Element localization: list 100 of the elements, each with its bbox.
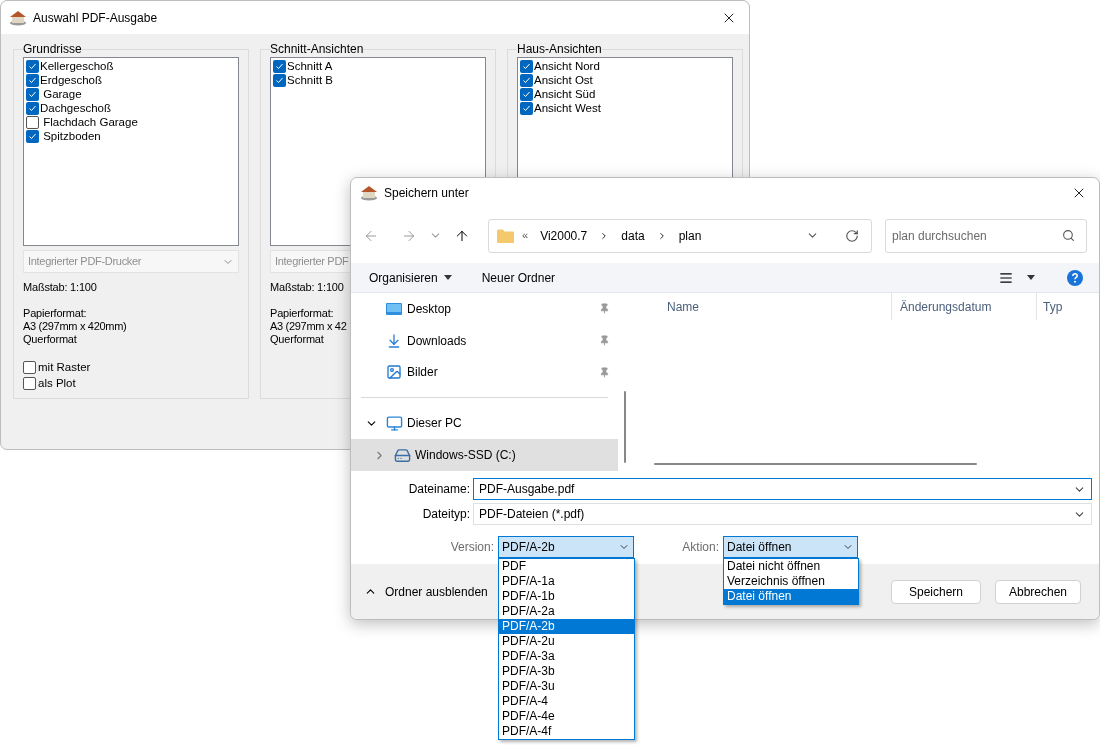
help-icon[interactable] [1067, 269, 1083, 286]
nav-item[interactable]: Desktop [351, 293, 618, 325]
save-button[interactable]: Speichern [891, 579, 981, 604]
list-item-label[interactable]: Flachdach Garage [40, 115, 138, 129]
filename-field[interactable]: PDF-Ausgabe.pdf [473, 478, 1092, 500]
checkbox[interactable] [26, 115, 39, 129]
list-item-label[interactable]: Schnitt A [287, 59, 333, 73]
window-title: Auswahl PDF-Ausgabe [33, 9, 159, 27]
orientation-text: Querformat [270, 333, 324, 346]
checkbox[interactable] [26, 129, 39, 143]
desktop-icon [386, 302, 402, 315]
checkbox[interactable] [23, 361, 36, 374]
field-label: Version: [449, 539, 495, 556]
checkbox[interactable] [26, 101, 39, 115]
breadcrumb-item[interactable]: plan [674, 226, 706, 245]
house-app-icon [9, 9, 27, 26]
paper-format-label: Papierformat: [23, 307, 87, 320]
dropdown-option[interactable]: PDF/A-4 [499, 694, 634, 709]
field-label: Dateityp: [421, 506, 471, 523]
vertical-scrollbar[interactable] [624, 391, 626, 463]
nav-item[interactable]: Downloads [351, 324, 618, 357]
horizontal-scrollbar[interactable] [654, 463, 977, 465]
checkbox[interactable] [520, 73, 533, 87]
hide-folders-button[interactable]: Ordner ausblenden [364, 582, 488, 601]
dropdown-option[interactable]: PDF/A-1b [499, 589, 634, 604]
list-item-label[interactable]: Erdgeschoß [40, 73, 102, 87]
paper-size-text: A3 (297mm x 42 [270, 320, 347, 333]
download-arrow-icon [386, 332, 402, 349]
column-header[interactable]: Änderungsdatum [892, 293, 1037, 320]
checkbox[interactable] [520, 59, 533, 73]
checkbox[interactable] [273, 59, 286, 73]
folder-icon [497, 228, 514, 243]
checkbox[interactable] [273, 73, 286, 87]
column-header[interactable]: Typ [1037, 293, 1063, 320]
scale-label: Maßstab: 1:100 [23, 281, 97, 294]
version-dropdown[interactable]: PDF/A-2b [498, 536, 634, 558]
column-header[interactable]: Name [636, 293, 892, 320]
dropdown-option[interactable]: PDF/A-2u [499, 634, 634, 649]
list-item-label[interactable]: Dachgeschoß [40, 101, 111, 115]
dropdown-option[interactable]: Verzeichnis öffnen [724, 574, 858, 589]
new-folder-button[interactable]: Neuer Ordner [481, 268, 556, 287]
group-title: Schnitt-Ansichten [270, 42, 364, 56]
dropdown-option[interactable]: Datei nicht öffnen [724, 559, 858, 574]
dropdown-option[interactable]: PDF/A-1a [499, 574, 634, 589]
list-item-label[interactable]: Ansicht Ost [534, 73, 593, 87]
breadcrumb-item[interactable]: data [617, 226, 649, 245]
picture-icon [386, 364, 402, 381]
search-icon[interactable] [1062, 228, 1075, 242]
list-item-label[interactable]: Kellergeschoß [40, 59, 114, 73]
group-title: Haus-Ansichten [517, 42, 602, 56]
checkbox[interactable] [26, 59, 39, 73]
search-field[interactable]: plan durchsuchen [885, 218, 1087, 253]
refresh-icon[interactable] [845, 228, 859, 243]
dropdown-option[interactable]: PDF/A-3u [499, 679, 634, 694]
list-item-label[interactable]: Spitzboden [40, 129, 101, 143]
paper-format-label: Papierformat: [270, 307, 334, 320]
checkbox[interactable] [26, 73, 39, 87]
list-item-label[interactable]: Ansicht Nord [534, 59, 600, 73]
dropdown-option[interactable]: PDF/A-3b [499, 664, 634, 679]
orientation-text: Querformat [23, 333, 77, 346]
list-item-label[interactable]: Ansicht West [534, 101, 601, 115]
checkbox[interactable] [26, 87, 39, 101]
option-label[interactable]: als Plot [38, 377, 76, 390]
dropdown-option[interactable]: PDF/A-4f [499, 724, 634, 739]
breadcrumb-item[interactable]: Vi2000.7 [536, 226, 592, 245]
checkmark-icon [28, 131, 37, 141]
computer-icon [385, 414, 403, 432]
nav-item[interactable]: Windows-SSD (C:) [351, 439, 618, 471]
view-menu-icon[interactable] [999, 270, 1013, 285]
dropdown-option[interactable]: PDF [499, 559, 634, 574]
overflow-marker[interactable]: « [522, 227, 529, 244]
dropdown-option[interactable]: Datei öffnen [724, 589, 858, 604]
scale-label: Maßstab: 1:100 [270, 281, 344, 294]
checkbox[interactable] [23, 377, 36, 390]
group-title: Grundrisse [23, 42, 82, 56]
list-item-label[interactable]: Garage [40, 87, 82, 101]
field-label: Dateiname: [407, 481, 471, 498]
action-dropdown[interactable]: Datei öffnen [723, 536, 858, 558]
drive-icon [393, 446, 411, 464]
cancel-button[interactable]: Abbrechen [995, 579, 1081, 604]
dropdown-option[interactable]: PDF/A-2b [499, 619, 634, 634]
dropdown-option[interactable]: PDF/A-2a [499, 604, 634, 619]
field-label: Aktion: [681, 539, 720, 556]
checkbox[interactable] [520, 87, 533, 101]
paper-size-text: A3 (297mm x 420mm) [23, 320, 127, 333]
caret-icon[interactable] [1027, 275, 1035, 280]
dropdown-option[interactable]: PDF/A-3a [499, 649, 634, 664]
checkbox[interactable] [520, 101, 533, 115]
house-app-icon [360, 185, 378, 201]
window-title: Speichern unter [384, 185, 470, 202]
address-bar[interactable]: « Vi2000.7 data plan [488, 218, 872, 253]
list-item-label[interactable]: Schnitt B [287, 73, 334, 87]
nav-item[interactable]: Bilder [351, 356, 618, 389]
dropdown-option[interactable]: PDF/A-4e [499, 709, 634, 724]
nav-item[interactable]: Dieser PC [351, 407, 618, 440]
option-label[interactable]: mit Raster [38, 361, 91, 374]
list-item-label[interactable]: Ansicht Süd [534, 87, 596, 101]
filetype-dropdown[interactable]: PDF-Dateien (*.pdf) [473, 503, 1092, 525]
caret-icon [443, 275, 452, 280]
organize-menu[interactable]: Organisieren [369, 268, 452, 287]
